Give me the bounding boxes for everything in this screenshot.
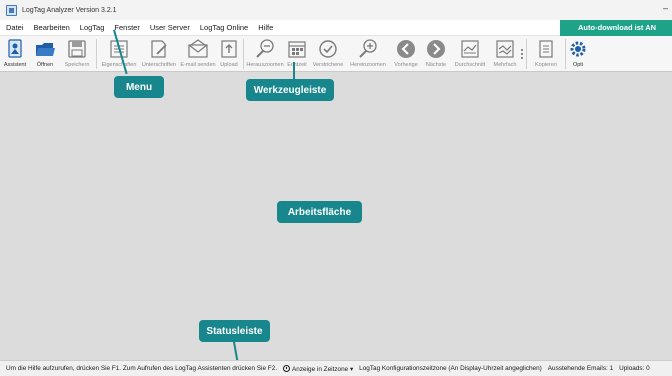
window-title: LogTag Analyzer Version 3.2.1 [22,6,117,14]
signatures-label: Unterschriften [141,62,177,68]
wizard-icon [8,39,22,58]
zoom-out-icon [256,39,274,58]
toolbar-separator [243,39,244,69]
send-email-label: E-mail senden [180,62,216,68]
options-label: Opti [572,62,584,68]
folder-open-icon [36,43,55,56]
menu-callout: Menu [114,76,164,98]
wizard-button[interactable]: Assistent [0,36,30,72]
signatures-button[interactable]: Unterschriften [139,36,179,72]
multiple-chart-icon [496,40,514,58]
multiple-label: Mehrfach [493,62,517,68]
auto-download-banner[interactable]: Auto-download ist AN [560,20,672,36]
menu-logtag[interactable]: LogTag [75,20,110,36]
wizard-label: Assistent [3,62,27,68]
save-icon [68,40,86,58]
next-label: Nächste [425,62,447,68]
zoom-in-button[interactable]: Hereinzoomen [346,36,390,72]
next-button[interactable]: Nächste [422,36,450,72]
realtime-label: Echtzeit [287,62,307,68]
timezone-toggle-label: Anzeige in Zeitzone [292,365,349,373]
previous-icon [397,40,415,58]
toolbar-separator [565,39,566,69]
average-button[interactable]: Durchschnitt [450,36,490,72]
open-button[interactable]: Öffnen [30,36,60,72]
toolbar-overflow-dots[interactable] [520,36,524,72]
toolbar-separator [96,39,97,69]
uploads-count: Uploads: 0 [619,365,650,372]
send-email-button[interactable]: E-mail senden [179,36,217,72]
zoom-in-label: Hereinzoomen [350,62,386,68]
timezone-value: LogTag Konfigurationszeitzone (An Displa… [359,365,542,372]
app-icon [6,4,17,16]
zoom-out-label: Herauszoomen [246,62,284,68]
copy-button[interactable]: Kopieren [529,36,563,72]
toolbar-callout: Werkzeugleiste [246,79,334,101]
open-label: Öffnen [36,62,54,68]
copy-label: Kopieren [534,62,558,68]
copy-icon [539,40,553,58]
calendar-icon [288,41,306,58]
minimize-button[interactable]: – [663,3,668,13]
zoom-in-icon [359,39,377,58]
elapsed-label: Verstrichene [312,62,344,68]
menu-hilfe[interactable]: Hilfe [253,20,278,36]
elapsed-button[interactable]: Verstrichene [310,36,346,72]
upload-icon [221,40,237,58]
upload-label: Upload [220,62,238,68]
toolbar: Assistent Öffnen Speichern Eigenschaften… [0,36,672,72]
clock-icon [283,365,291,373]
menu-user-server[interactable]: User Server [145,20,195,36]
next-icon [427,40,445,58]
options-button[interactable]: Opti [568,36,588,72]
upload-button[interactable]: Upload [217,36,241,72]
average-chart-icon [461,40,479,58]
envelope-icon [188,39,208,58]
timezone-toggle[interactable]: Anzeige in Zeitzone ▾ [283,365,359,373]
gear-icon [570,41,586,57]
save-label: Speichern [64,62,90,68]
pending-emails: Ausstehende Emails: 1 [547,365,614,372]
realtime-button[interactable]: Echtzeit [284,36,310,72]
statusbar-callout: Statusleiste [199,320,270,342]
properties-label: Eigenschaften [101,62,137,68]
save-button[interactable]: Speichern [60,36,94,72]
zoom-out-button[interactable]: Herauszoomen [246,36,284,72]
average-label: Durchschnitt [454,62,486,68]
toolbar-callout-pointer [293,62,295,80]
menu-bearbeiten[interactable]: Bearbeiten [29,20,75,36]
signature-icon [151,40,167,58]
workspace-callout: Arbeitsfläche [277,201,362,223]
toolbar-separator [526,39,527,69]
status-bar: Um die Hilfe aufzurufen, drücken Sie F1.… [0,360,672,376]
multiple-button[interactable]: Mehrfach [490,36,520,72]
title-bar: LogTag Analyzer Version 3.2.1 – [0,0,672,20]
menu-logtag-online[interactable]: LogTag Online [195,20,253,36]
status-help-text: Um die Hilfe aufzurufen, drücken Sie F1.… [6,365,278,372]
menu-bar: Datei Bearbeiten LogTag Fenster User Ser… [0,20,672,36]
elapsed-clock-icon [319,40,337,58]
menu-datei[interactable]: Datei [0,20,29,36]
previous-label: Vorherige [394,62,418,68]
previous-button[interactable]: Vorherige [390,36,422,72]
